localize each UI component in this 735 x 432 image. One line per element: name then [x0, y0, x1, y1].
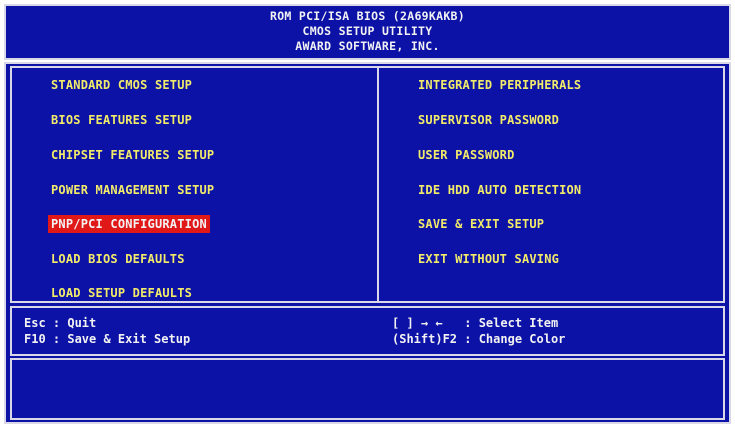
menu-item-ide-hdd-auto-detection[interactable]: IDE HDD AUTO DETECTION: [415, 181, 584, 199]
menu-item-standard-cmos-setup[interactable]: STANDARD CMOS SETUP: [48, 76, 195, 94]
menu-item-bios-features-setup[interactable]: BIOS FEATURES SETUP: [48, 111, 195, 129]
bios-screen: ROM PCI/ISA BIOS (2A69KAKB) CMOS SETUP U…: [0, 0, 735, 432]
menu-item-user-password[interactable]: USER PASSWORD: [415, 146, 518, 164]
menu-item-chipset-features-setup[interactable]: CHIPSET FEATURES SETUP: [48, 146, 217, 164]
help-select-item: [ ] → ← : Select Item: [392, 316, 559, 330]
menu-item-save-and-exit-setup[interactable]: SAVE & EXIT SETUP: [415, 215, 547, 233]
utility-title: CMOS SETUP UTILITY: [302, 24, 433, 38]
menu-item-load-bios-defaults[interactable]: LOAD BIOS DEFAULTS: [48, 250, 188, 268]
menu-item-integrated-peripherals[interactable]: INTEGRATED PERIPHERALS: [415, 76, 584, 94]
vendor-name: AWARD SOFTWARE, INC.: [295, 39, 440, 53]
bios-main-panel: STANDARD CMOS SETUP BIOS FEATURES SETUP …: [4, 62, 731, 424]
menu-divider: [377, 68, 379, 301]
menu-item-exit-without-saving[interactable]: EXIT WITHOUT SAVING: [415, 250, 562, 268]
help-esc-quit: Esc : Quit: [24, 316, 97, 330]
menu-item-pnp-pci-configuration[interactable]: PNP/PCI CONFIGURATION: [48, 215, 210, 233]
bios-header: ROM PCI/ISA BIOS (2A69KAKB) CMOS SETUP U…: [4, 4, 731, 60]
setup-menu: STANDARD CMOS SETUP BIOS FEATURES SETUP …: [10, 66, 725, 303]
help-f10-save-exit: F10 : Save & Exit Setup: [24, 332, 191, 346]
menu-item-power-management-setup[interactable]: POWER MANAGEMENT SETUP: [48, 181, 217, 199]
key-help-bar: Esc : Quit F10 : Save & Exit Setup [ ] →…: [10, 306, 725, 356]
menu-item-load-setup-defaults[interactable]: LOAD SETUP DEFAULTS: [48, 284, 195, 302]
item-description-area: [10, 358, 725, 420]
menu-item-supervisor-password[interactable]: SUPERVISOR PASSWORD: [415, 111, 562, 129]
help-change-color: (Shift)F2 : Change Color: [392, 332, 566, 346]
bios-title: ROM PCI/ISA BIOS (2A69KAKB): [269, 9, 466, 23]
